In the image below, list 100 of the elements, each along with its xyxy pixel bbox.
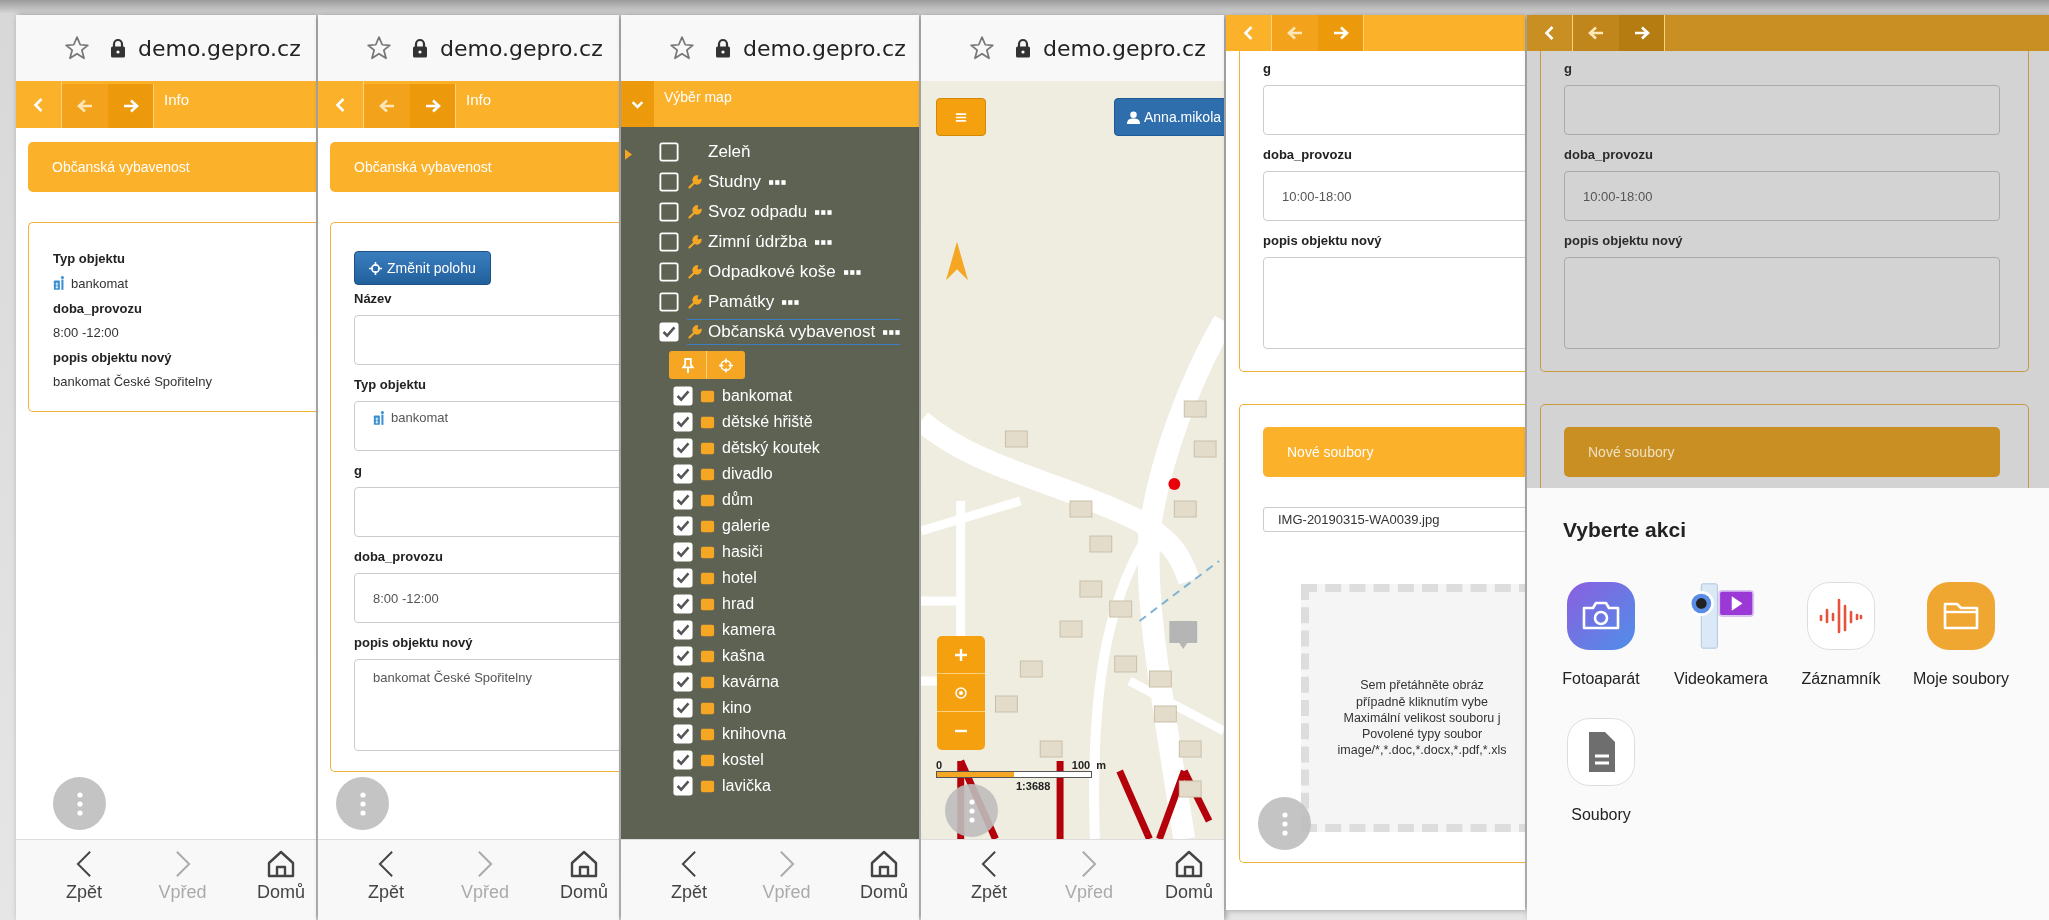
chevron-left-icon: [33, 96, 44, 113]
checkbox[interactable]: [673, 750, 693, 770]
change-position-button[interactable]: Změnit polohu: [354, 251, 491, 285]
layer-name[interactable]: dům: [722, 491, 754, 509]
star-icon[interactable]: [366, 35, 392, 61]
app-option[interactable]: Fotoaparát: [1541, 582, 1661, 688]
layer-name[interactable]: galerie: [722, 517, 771, 535]
layer-name[interactable]: dětský koutek: [722, 439, 820, 457]
layer-name[interactable]: hotel: [722, 569, 757, 587]
nav-button[interactable]: Domů: [549, 840, 619, 920]
layer-name[interactable]: kino: [722, 699, 752, 717]
drop-zone[interactable]: Sem přetáhněte obráz případně kliknutím vybe Maximální velikost souboru j Povolené typy soubor image/*,*.doc,*.docx,*.pdf,*.xls: [1301, 584, 1525, 832]
checkbox[interactable]: [673, 568, 693, 588]
nav-button[interactable]: Zpět: [654, 840, 724, 920]
field-value: bankomat: [391, 410, 449, 425]
input-field[interactable]: [1263, 85, 1525, 135]
layer-item[interactable]: Zimní údržba: [687, 229, 833, 255]
layer-name[interactable]: kostel: [722, 751, 764, 769]
layer-item[interactable]: Památky: [687, 289, 800, 315]
input-field[interactable]: [1564, 85, 2000, 135]
app-option[interactable]: Moje soubory: [1901, 582, 2021, 688]
file-field[interactable]: IMG-20190315-WA0039.jpg: [1263, 507, 1525, 532]
layer-name[interactable]: hasiči: [722, 543, 763, 561]
layer-item[interactable]: Zeleň: [687, 139, 751, 165]
app-option[interactable]: Soubory: [1541, 718, 1661, 824]
checkbox[interactable]: [673, 412, 693, 432]
checkbox[interactable]: [673, 516, 693, 536]
checkbox[interactable]: [673, 386, 693, 406]
nav-button[interactable]: Zpět: [954, 840, 1024, 920]
more-horizontal-icon[interactable]: [782, 299, 800, 305]
checkbox[interactable]: [673, 620, 693, 640]
nav-button[interactable]: Zpět: [49, 840, 119, 920]
checkbox[interactable]: [673, 490, 693, 510]
checkbox[interactable]: [659, 142, 679, 162]
input-field[interactable]: 10:00-18:00: [1263, 171, 1525, 221]
nav-button[interactable]: Zpět: [351, 840, 421, 920]
layer-name[interactable]: hrad: [722, 595, 755, 613]
input-field[interactable]: [354, 487, 619, 537]
checkbox[interactable]: [659, 232, 679, 252]
nav-button[interactable]: Domů: [849, 840, 919, 920]
map-marker-icon[interactable]: [1169, 621, 1198, 649]
nav-button[interactable]: Domů: [246, 840, 316, 920]
text-area[interactable]: bankomat České Spořitelny: [354, 659, 619, 751]
url-text[interactable]: demo.gepro.cz: [1043, 35, 1206, 61]
layer-name[interactable]: kašna: [722, 647, 765, 665]
layer-name[interactable]: kamera: [722, 621, 776, 639]
checkbox[interactable]: [659, 202, 679, 222]
building: [1019, 660, 1043, 678]
checkbox[interactable]: [673, 438, 693, 458]
star-icon[interactable]: [669, 35, 695, 61]
url-text[interactable]: demo.gepro.cz: [440, 35, 603, 61]
layer-name[interactable]: lavička: [722, 777, 771, 795]
app-option[interactable]: Záznamník: [1781, 582, 1901, 688]
previous-button[interactable]: [1573, 15, 1619, 51]
next-button[interactable]: [108, 84, 154, 128]
checkbox[interactable]: [673, 594, 693, 614]
next-button[interactable]: [410, 84, 456, 128]
layer-item[interactable]: Občanská vybavenost: [687, 319, 901, 345]
layer-name[interactable]: kavárna: [722, 673, 779, 691]
checkbox[interactable]: [673, 698, 693, 718]
app-option[interactable]: Videokamera: [1661, 582, 1781, 688]
url-text[interactable]: demo.gepro.cz: [138, 35, 301, 61]
more-horizontal-icon[interactable]: [768, 179, 786, 185]
field-label: Název: [354, 291, 393, 306]
more-horizontal-icon[interactable]: [815, 209, 833, 215]
star-icon[interactable]: [969, 35, 995, 61]
more-horizontal-icon[interactable]: [883, 329, 901, 335]
checkbox[interactable]: [673, 646, 693, 666]
user-button[interactable]: Anna.mikola: [1114, 98, 1224, 136]
next-button[interactable]: [1619, 15, 1665, 51]
more-horizontal-icon[interactable]: [815, 239, 833, 245]
more-horizontal-icon[interactable]: [843, 269, 861, 275]
menu-button[interactable]: [936, 98, 986, 136]
layer-name[interactable]: dětské hřiště: [722, 413, 813, 431]
checkbox[interactable]: [659, 172, 679, 192]
checkbox[interactable]: [673, 724, 693, 744]
checkbox[interactable]: [659, 322, 679, 342]
pin-icon: [680, 357, 695, 373]
checkbox[interactable]: [673, 542, 693, 562]
url-text[interactable]: demo.gepro.cz: [743, 35, 906, 61]
nav-button[interactable]: Domů: [1154, 840, 1224, 920]
next-button[interactable]: [1318, 15, 1364, 51]
input-field[interactable]: 8:00 -12:00: [354, 573, 619, 623]
layer-item[interactable]: Odpadkové koše: [687, 259, 861, 285]
checkbox[interactable]: [659, 262, 679, 282]
layer-name[interactable]: bankomat: [722, 387, 793, 405]
layer-item[interactable]: Svoz odpadu: [687, 199, 833, 225]
target-icon: [955, 686, 967, 699]
select-field[interactable]: bankomat: [354, 401, 619, 451]
checkbox[interactable]: [673, 672, 693, 692]
layer-name[interactable]: knihovna: [722, 725, 787, 743]
more-vertical-icon: [968, 798, 975, 823]
layer-name[interactable]: divadlo: [722, 465, 773, 483]
checkbox[interactable]: [659, 292, 679, 312]
input-field[interactable]: [354, 315, 619, 365]
star-icon[interactable]: [64, 35, 90, 61]
layer-item[interactable]: Studny: [687, 169, 786, 195]
input-field[interactable]: 10:00-18:00: [1564, 171, 2000, 221]
checkbox[interactable]: [673, 776, 693, 796]
checkbox[interactable]: [673, 464, 693, 484]
